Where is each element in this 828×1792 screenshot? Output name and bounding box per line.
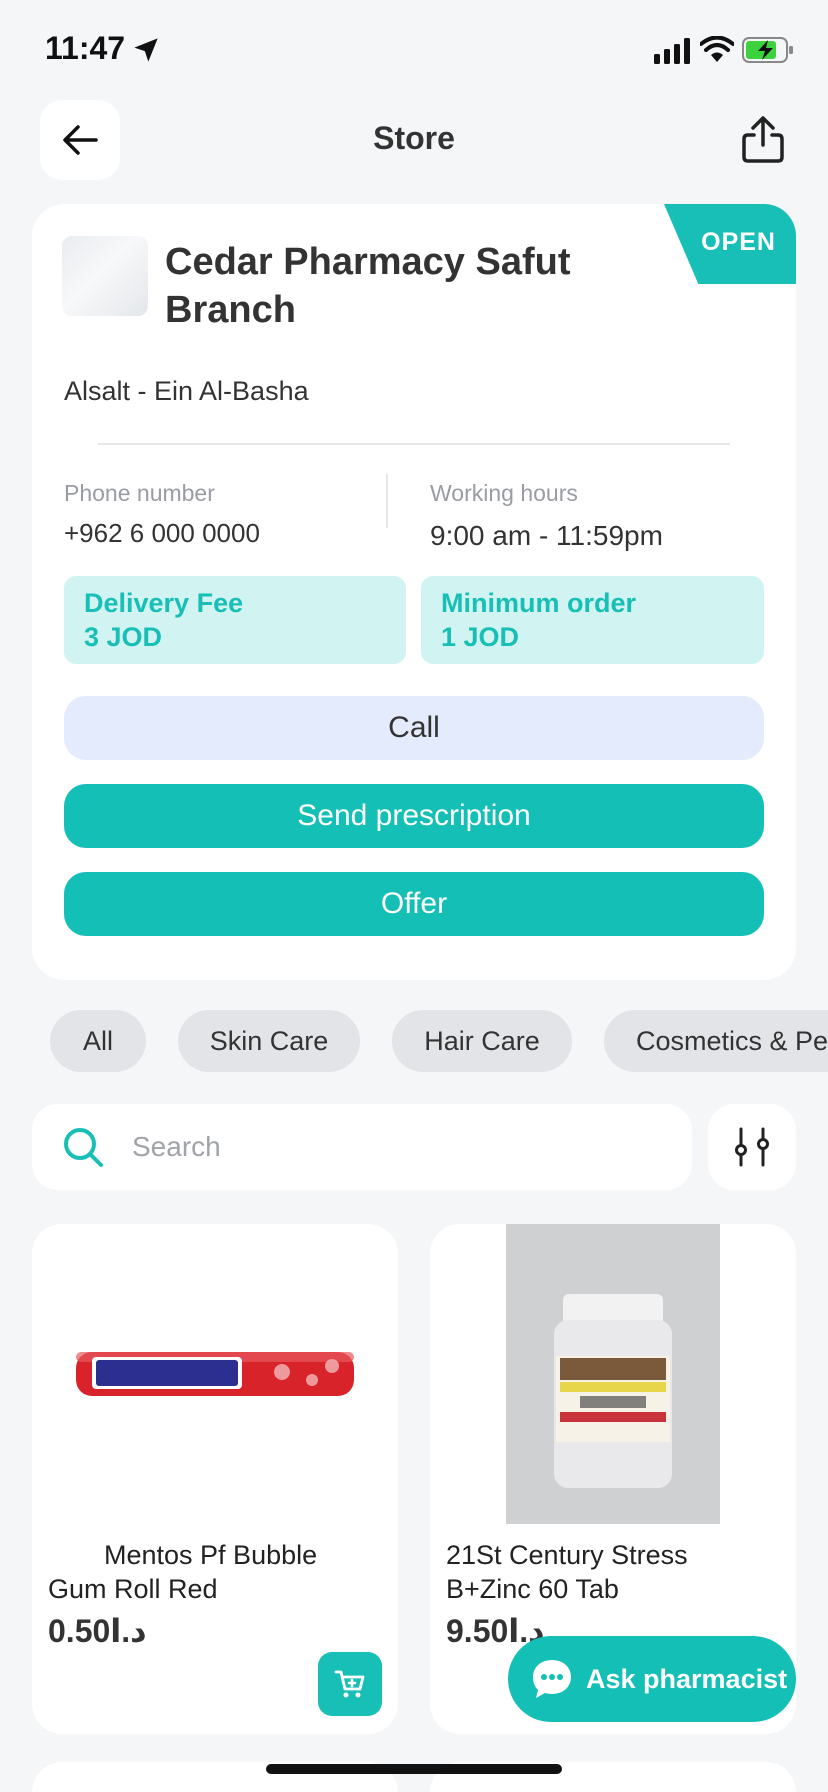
- delivery-fee-box: Delivery Fee 3 JOD: [64, 576, 406, 664]
- send-prescription-button[interactable]: Send prescription: [64, 784, 764, 848]
- category-chip-hair-care[interactable]: Hair Care: [392, 1010, 572, 1072]
- chat-bubble-icon: [533, 1660, 571, 1698]
- product-price: د.ا0.50: [48, 1612, 159, 1650]
- phone-label: Phone number: [64, 480, 215, 506]
- ask-pharmacist-label: Ask pharmacist: [586, 1663, 788, 1694]
- cart-plus-icon: [334, 1670, 365, 1698]
- category-chip-cosmetics[interactable]: Cosmetics & Pe: [604, 1010, 828, 1072]
- share-icon[interactable]: [740, 115, 786, 165]
- home-indicator: [266, 1764, 562, 1774]
- call-button[interactable]: Call: [64, 696, 764, 760]
- product-name: 21St Century Stress B+Zinc 60 Tab: [446, 1540, 688, 1604]
- location-arrow-icon: [134, 38, 158, 62]
- product-name: Mentos Pf Bubble Gum Roll Red: [48, 1540, 318, 1604]
- store-info-card: OPEN Cedar Pharmacy Safut Branch Alsalt …: [32, 204, 796, 980]
- minimum-order-label: Minimum order: [441, 588, 637, 618]
- vertical-divider: [386, 474, 388, 528]
- price-value: 9.50: [446, 1613, 509, 1649]
- product-image-mentos: [32, 1224, 398, 1524]
- phone-value[interactable]: +962 6 000 0000: [64, 518, 260, 549]
- minimum-order-value: 1 JOD: [441, 622, 520, 652]
- wifi-icon: [700, 36, 734, 62]
- hours-label: Working hours: [430, 480, 578, 506]
- offer-button[interactable]: Offer: [64, 872, 764, 936]
- store-location: Alsalt - Ein Al-Basha: [64, 376, 309, 406]
- currency-symbol: د.ا: [110, 1613, 147, 1649]
- search-icon: [64, 1128, 103, 1167]
- filter-button[interactable]: [708, 1104, 796, 1190]
- search-box: [32, 1104, 692, 1190]
- delivery-fee-value: 3 JOD: [84, 622, 163, 652]
- store-name: Cedar Pharmacy Safut Branch: [165, 241, 571, 331]
- minimum-order-box: Minimum order 1 JOD: [421, 576, 764, 664]
- product-image-stress-b: [430, 1224, 796, 1524]
- delivery-fee-label: Delivery Fee: [84, 588, 244, 618]
- cellular-signal-icon: [654, 38, 690, 64]
- page-title: Store: [373, 120, 455, 156]
- price-value: 0.50: [48, 1613, 111, 1649]
- battery-charging-icon: [742, 37, 793, 63]
- store-logo: [62, 236, 148, 316]
- category-chip-skin-care[interactable]: Skin Care: [178, 1010, 360, 1072]
- category-chip-all[interactable]: All: [50, 1010, 146, 1072]
- status-bar: 11:47: [0, 0, 828, 100]
- status-badge: OPEN: [664, 204, 796, 284]
- category-chips: All Skin Care Hair Care Cosmetics & Pe: [0, 1010, 828, 1074]
- sliders-icon: [735, 1127, 769, 1167]
- divider: [98, 443, 730, 445]
- product-card[interactable]: Mentos Pf Bubble Gum Roll Red د.ا0.50: [32, 1224, 398, 1734]
- ask-pharmacist-button[interactable]: Ask pharmacist: [508, 1636, 796, 1722]
- status-time: 11:47: [45, 30, 126, 66]
- add-to-cart-button[interactable]: [318, 1652, 382, 1716]
- search-input[interactable]: [132, 1124, 652, 1170]
- hours-value: 9:00 am - 11:59pm: [430, 520, 663, 551]
